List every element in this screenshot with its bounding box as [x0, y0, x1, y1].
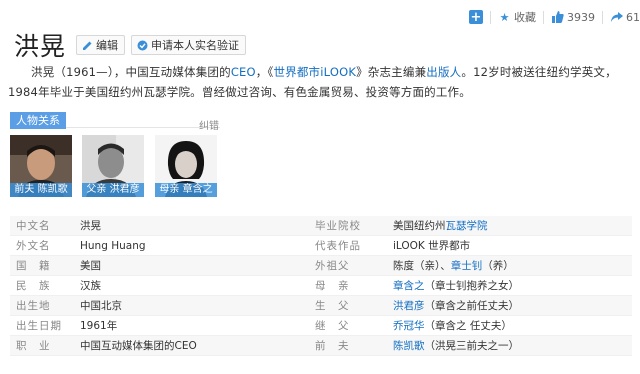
plus-icon[interactable]: +	[469, 10, 483, 24]
info-key: 外祖父	[315, 260, 350, 272]
info-key: 职 业	[16, 340, 51, 352]
top-toolbar: + ★ 收藏 3939 61	[469, 8, 640, 26]
info-value-link[interactable]: 陈凯歌	[393, 340, 425, 352]
info-row: 中文名 洪晃 毕业院校 美国纽约州瓦瑟学院	[10, 216, 632, 236]
share-icon	[610, 11, 623, 24]
info-key: 前 夫	[315, 340, 350, 352]
person-card-ex-husband[interactable]: 前夫 陈凯歌	[10, 135, 72, 197]
divider	[602, 10, 603, 24]
relations-tab[interactable]: 人物关系	[10, 112, 66, 129]
verify-label: 申请本人实名验证	[151, 39, 240, 52]
info-value: 美国纽约州瓦瑟学院	[393, 216, 632, 235]
info-value-link[interactable]: 瓦瑟学院	[446, 220, 488, 232]
share-count: 61	[626, 10, 640, 24]
info-value-link[interactable]: 乔冠华	[393, 320, 425, 332]
star-icon: ★	[499, 10, 510, 24]
person-caption: 父亲 洪君彦	[82, 183, 144, 197]
divider	[490, 10, 491, 24]
info-value: 汉族	[80, 280, 101, 292]
info-row: 国 籍 美国 外祖父 陈度（亲）、章士钊（养）	[10, 256, 632, 276]
info-key: 生 父	[315, 300, 350, 312]
edit-label: 编辑	[96, 39, 119, 52]
info-row: 出生地 中国北京 生 父 洪君彦（章含之前任丈夫）	[10, 296, 632, 316]
info-key: 外文名	[16, 240, 51, 252]
info-row: 外文名 Hung Huang 代表作品 iLOOK 世界都市	[10, 236, 632, 256]
correct-link[interactable]: 纠错	[199, 117, 219, 132]
info-key: 母 亲	[315, 280, 350, 292]
summary-text: 洪晃（1961—），中国互动媒体集团的	[31, 65, 231, 79]
info-value-text: （章士钊抱养之女）	[424, 280, 520, 292]
basic-info-table: 中文名 洪晃 毕业院校 美国纽约州瓦瑟学院外文名 Hung Huang 代表作品 iLOOK…	[10, 216, 632, 356]
info-value-link[interactable]: 洪君彦	[393, 300, 425, 312]
info-key: 继 父	[315, 320, 350, 332]
info-value-text: iLOOK 世界都市	[393, 240, 471, 252]
info-value: 美国	[80, 260, 101, 272]
favorite-label: 收藏	[514, 11, 536, 24]
info-value: 洪晃	[80, 220, 101, 232]
info-value: 中国互动媒体集团的CEO	[80, 340, 197, 352]
info-value: 1961年	[80, 320, 118, 332]
info-row: 职 业 中国互动媒体集团的CEO 前 夫 陈凯歌（洪晃三前夫之一）	[10, 336, 632, 356]
thumbs-up-icon	[551, 11, 564, 24]
person-card-father[interactable]: 父亲 洪君彦	[82, 135, 144, 197]
summary-paragraph: 洪晃（1961—），中国互动媒体集团的CEO，《世界都市iLOOK》杂志主编兼出…	[8, 62, 628, 102]
info-row: 出生日期 1961年 继 父 乔冠华（章含之 任丈夫）	[10, 316, 632, 336]
info-key: 代表作品	[315, 240, 361, 252]
publisher-link[interactable]: 出版人	[426, 65, 461, 79]
info-value: 洪君彦（章含之前任丈夫）	[393, 296, 632, 315]
info-value-link[interactable]: 章士钊	[451, 260, 483, 272]
pencil-icon	[81, 39, 93, 51]
info-key: 出生地	[16, 300, 51, 312]
summary-text: ，《	[255, 65, 274, 79]
info-value: 中国北京	[80, 300, 122, 312]
person-caption: 母亲 章含之	[155, 183, 217, 197]
info-value-text: （洪晃三前夫之一）	[424, 340, 520, 352]
info-key: 国 籍	[16, 260, 51, 272]
info-key: 出生日期	[16, 320, 62, 332]
info-value-text: 美国纽约州	[393, 220, 446, 232]
like-count: 3939	[567, 10, 595, 24]
like-button[interactable]: 3939	[551, 11, 595, 24]
info-key: 中文名	[16, 220, 51, 232]
info-value-text: （章含之前任丈夫）	[424, 300, 520, 312]
ceo-link[interactable]: CEO	[231, 65, 256, 79]
share-button[interactable]: 61	[610, 11, 640, 24]
person-card-mother[interactable]: 母亲 章含之	[155, 135, 217, 197]
info-value-text: 陈度（亲）、	[393, 260, 451, 272]
info-value: Hung Huang	[80, 240, 146, 252]
info-key: 毕业院校	[315, 220, 361, 232]
summary-text: 》杂志主编兼	[356, 65, 427, 79]
info-value-link[interactable]: 章含之	[393, 280, 425, 292]
info-value: 陈凯歌（洪晃三前夫之一）	[393, 336, 632, 355]
info-value-text: （章含之 任丈夫）	[424, 320, 512, 332]
verify-button[interactable]: 申请本人实名验证	[131, 35, 247, 55]
page-title: 洪晃	[14, 32, 67, 61]
info-value: 乔冠华（章含之 任丈夫）	[393, 316, 632, 335]
relations-header: 人物关系	[10, 112, 220, 129]
info-value-text: （养）	[482, 260, 514, 272]
info-key: 民 族	[16, 280, 51, 292]
info-value: 章含之（章士钊抱养之女）	[393, 276, 632, 295]
divider	[543, 10, 544, 24]
title-row: 洪晃 编辑 申请本人实名验证	[14, 27, 252, 63]
info-value: iLOOK 世界都市	[393, 236, 632, 255]
favorite-button[interactable]: ★ 收藏	[498, 9, 536, 25]
shield-check-icon	[136, 39, 148, 51]
info-value: 陈度（亲）、章士钊（养）	[393, 256, 632, 275]
magazine-link[interactable]: 世界都市iLOOK	[273, 65, 356, 79]
info-row: 民 族 汉族 母 亲 章含之（章士钊抱养之女）	[10, 276, 632, 296]
edit-button[interactable]: 编辑	[76, 35, 126, 55]
person-caption: 前夫 陈凯歌	[10, 183, 72, 197]
